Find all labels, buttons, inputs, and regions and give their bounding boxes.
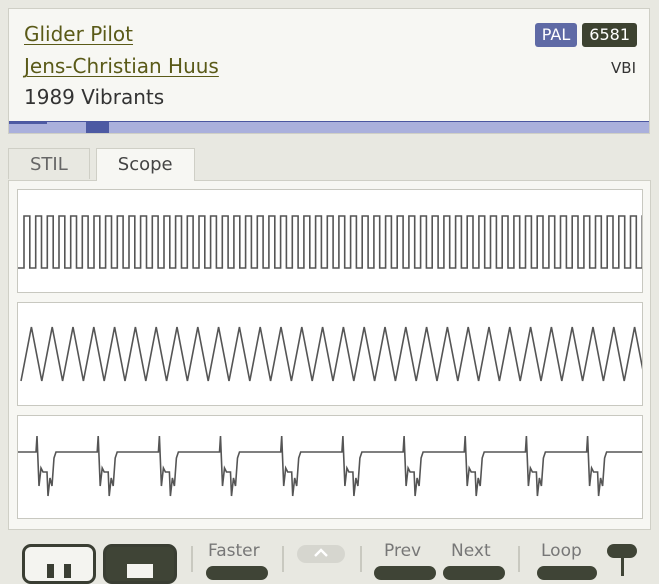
view-tabs: STIL Scope: [8, 148, 201, 181]
next-button[interactable]: [443, 566, 505, 580]
divider: [191, 546, 193, 572]
prev-button[interactable]: [374, 566, 436, 580]
track-badges: PAL 6581: [534, 23, 637, 47]
faster-button[interactable]: [206, 566, 268, 580]
track-released: 1989 Vibrants: [24, 85, 165, 109]
pause-button[interactable]: [22, 544, 96, 584]
loop-label: Loop: [541, 541, 582, 561]
stop-button[interactable]: [103, 544, 177, 584]
stop-icon: [127, 564, 153, 578]
volume-slider-track: [621, 556, 624, 576]
tab-stil[interactable]: STIL: [8, 148, 90, 179]
faster-label: Faster: [208, 541, 260, 561]
chevron-up-icon: [314, 548, 328, 557]
scope-panel: [8, 180, 651, 530]
divider: [518, 546, 520, 572]
song-progress-bar[interactable]: [9, 121, 649, 133]
track-title-link[interactable]: Glider Pilot: [24, 22, 133, 46]
chip-badge: 6581: [582, 23, 637, 47]
scope-channel-3: [17, 415, 643, 519]
track-info-panel: Glider Pilot Jens-Christian Huus 1989 Vi…: [8, 8, 650, 134]
divider: [282, 546, 284, 572]
timing-label: VBI: [611, 59, 636, 77]
progress-fill: [9, 122, 48, 124]
loop-button[interactable]: [537, 566, 597, 580]
scope-waveform-3: [18, 435, 642, 497]
prev-label: Prev: [384, 541, 422, 561]
divider: [360, 546, 362, 572]
progress-handle[interactable]: [86, 122, 110, 133]
clock-badge: PAL: [534, 23, 578, 47]
track-author-link[interactable]: Jens-Christian Huus: [24, 54, 219, 78]
up-button[interactable]: [297, 545, 345, 563]
tab-scope[interactable]: Scope: [95, 148, 195, 181]
scope-channel-2: [17, 302, 643, 406]
scope-channel-1: [17, 189, 643, 293]
player-controls: Faster Prev Next Loop: [0, 538, 659, 584]
next-label: Next: [451, 541, 491, 561]
scope-waveform-2: [20, 326, 642, 382]
scope-waveform-1: [18, 215, 642, 269]
